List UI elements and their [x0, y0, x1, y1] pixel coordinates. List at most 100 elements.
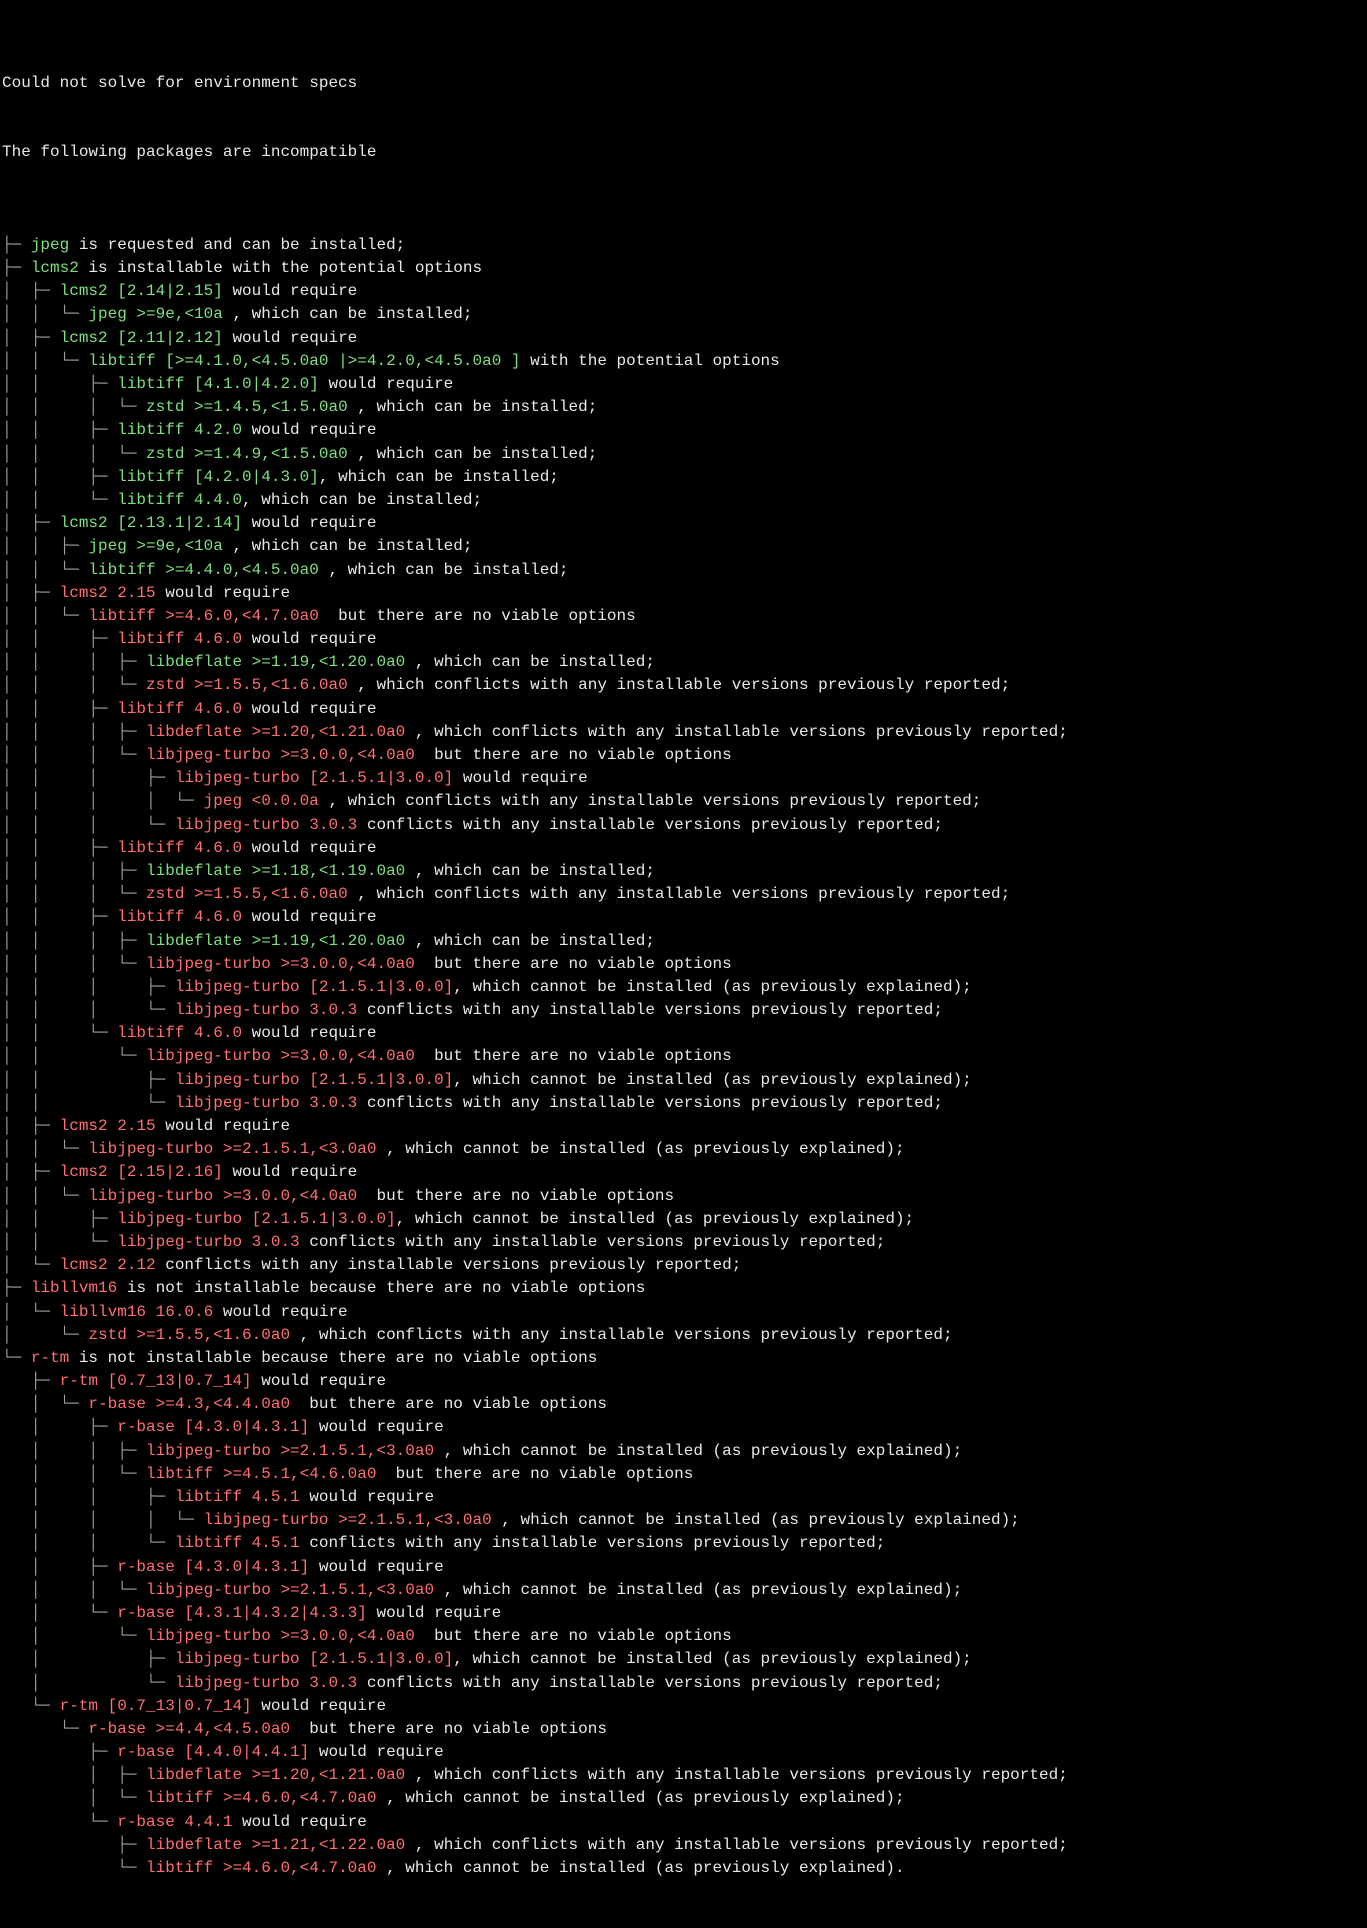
- tree-branch-icon: └─: [2, 1813, 117, 1831]
- tree-row: │ │ │ └─ zstd >=1.4.5,<1.5.0a0 , which c…: [2, 396, 1365, 419]
- tree-row: │ │ └─ libjpeg-turbo >=3.0.0,<4.0a0 but …: [2, 1185, 1365, 1208]
- package-spec: libdeflate >=1.19,<1.20.0a0: [146, 653, 405, 671]
- package-spec: r-tm: [31, 1349, 69, 1367]
- resolution-text: , which cannot be installed (as previous…: [434, 1581, 962, 1599]
- tree-row: └─ r-base >=4.4,<4.5.0a0 but there are n…: [2, 1718, 1365, 1741]
- resolution-text: would require: [223, 329, 357, 347]
- resolution-text: but there are no viable options: [376, 1465, 693, 1483]
- tree-row: │ │ ├─ libtiff 4.5.1 would require: [2, 1486, 1365, 1509]
- package-spec: libjpeg-turbo >=2.1.5.1,<3.0a0: [204, 1511, 492, 1529]
- resolution-text: , which cannot be installed (as previous…: [453, 978, 971, 996]
- package-spec: r-base >=4.4,<4.5.0a0: [88, 1720, 290, 1738]
- resolution-text: , which can be installed;: [405, 653, 655, 671]
- tree-branch-icon: │ │ │ │ └─: [2, 792, 204, 810]
- tree-row: │ │ │ └─ libjpeg-turbo >=3.0.0,<4.0a0 bu…: [2, 744, 1365, 767]
- tree-branch-icon: ├─: [2, 236, 31, 254]
- resolution-text: but there are no viable options: [415, 1047, 732, 1065]
- tree-row: │ │ ├─ libtiff 4.6.0 would require: [2, 628, 1365, 651]
- package-spec: libtiff 4.6.0: [117, 630, 242, 648]
- resolution-text: would require: [453, 769, 587, 787]
- resolution-text: would require: [213, 1303, 347, 1321]
- tree-branch-icon: │ │ └─: [2, 1024, 117, 1042]
- tree-branch-icon: │ ├─: [2, 282, 60, 300]
- tree-row: │ ├─ lcms2 [2.14|2.15] would require: [2, 280, 1365, 303]
- tree-branch-icon: │ │ └─: [2, 1581, 146, 1599]
- tree-branch-icon: │ │ └─: [2, 1187, 88, 1205]
- resolution-text: would require: [252, 1372, 386, 1390]
- package-spec: lcms2 [2.14|2.15]: [60, 282, 223, 300]
- package-spec: libtiff [4.1.0|4.2.0]: [117, 375, 319, 393]
- resolution-text: is installable with the potential option…: [79, 259, 482, 277]
- tree-branch-icon: │ │ ├─: [2, 630, 117, 648]
- tree-branch-icon: │ │ │ ├─: [2, 862, 146, 880]
- resolution-text: conflicts with any installable versions …: [156, 1256, 742, 1274]
- resolution-text: , which conflicts with any installable v…: [405, 1836, 1068, 1854]
- tree-branch-icon: │ │ └─: [2, 1047, 146, 1065]
- tree-row: │ │ ├─ libjpeg-turbo [2.1.5.1|3.0.0], wh…: [2, 1069, 1365, 1092]
- tree-row: │ │ ├─ libtiff 4.6.0 would require: [2, 698, 1365, 721]
- package-spec: libtiff [4.2.0|4.3.0]: [117, 468, 319, 486]
- error-header-2: The following packages are incompatible: [2, 141, 1365, 164]
- tree-branch-icon: │ │ └─: [2, 1140, 88, 1158]
- package-spec: r-base [4.3.0|4.3.1]: [117, 1558, 309, 1576]
- tree-row: │ │ ├─ libtiff 4.2.0 would require: [2, 419, 1365, 442]
- resolution-text: , which cannot be installed (as previous…: [376, 1859, 904, 1877]
- package-spec: zstd >=1.4.5,<1.5.0a0: [146, 398, 348, 416]
- resolution-text: , which can be installed;: [348, 398, 598, 416]
- tree-branch-icon: │ │ ├─: [2, 700, 117, 718]
- resolution-text: but there are no viable options: [415, 1627, 732, 1645]
- tree-row: │ │ ├─ libjpeg-turbo >=2.1.5.1,<3.0a0 , …: [2, 1440, 1365, 1463]
- tree-row: │ │ │ ├─ libjpeg-turbo [2.1.5.1|3.0.0] w…: [2, 767, 1365, 790]
- tree-row: │ │ └─ libjpeg-turbo >=2.1.5.1,<3.0a0 , …: [2, 1579, 1365, 1602]
- package-spec: r-base [4.4.0|4.4.1]: [117, 1743, 309, 1761]
- tree-branch-icon: ├─: [2, 1372, 60, 1390]
- tree-row: ├─ jpeg is requested and can be installe…: [2, 234, 1365, 257]
- tree-branch-icon: │ │ └─: [2, 1534, 175, 1552]
- package-spec: lcms2 2.12: [60, 1256, 156, 1274]
- tree-branch-icon: │ │ │ ├─: [2, 932, 146, 950]
- tree-row: │ │ ├─ libtiff [4.1.0|4.2.0] would requi…: [2, 373, 1365, 396]
- tree-row: │ ├─ lcms2 [2.15|2.16] would require: [2, 1161, 1365, 1184]
- package-spec: jpeg >=9e,<10a: [88, 537, 222, 555]
- tree-branch-icon: │ │ ├─: [2, 839, 117, 857]
- resolution-text: , which can be installed;: [348, 445, 598, 463]
- tree-branch-icon: │ └─: [2, 1326, 88, 1344]
- resolution-text: would require: [309, 1743, 443, 1761]
- tree-row: │ │ └─ libjpeg-turbo >=3.0.0,<4.0a0 but …: [2, 1045, 1365, 1068]
- package-spec: r-tm [0.7_13|0.7_14]: [60, 1697, 252, 1715]
- tree-branch-icon: │ │ └─: [2, 1465, 146, 1483]
- tree-branch-icon: │ └─: [2, 1789, 146, 1807]
- tree-branch-icon: │ │ └─: [2, 305, 88, 323]
- tree-row: │ ├─ r-base [4.3.0|4.3.1] would require: [2, 1556, 1365, 1579]
- tree-branch-icon: ├─: [2, 1743, 117, 1761]
- package-spec: jpeg: [31, 236, 69, 254]
- resolution-text: but there are no viable options: [290, 1720, 607, 1738]
- resolution-text: conflicts with any installable versions …: [357, 1674, 943, 1692]
- resolution-text: , which can be installed;: [319, 468, 559, 486]
- package-spec: zstd >=1.4.9,<1.5.0a0: [146, 445, 348, 463]
- tree-row: │ ├─ lcms2 [2.13.1|2.14] would require: [2, 512, 1365, 535]
- resolution-text: but there are no viable options: [357, 1187, 674, 1205]
- resolution-text: would require: [223, 282, 357, 300]
- package-spec: libjpeg-turbo [2.1.5.1|3.0.0]: [175, 769, 453, 787]
- package-spec: libtiff 4.6.0: [117, 1024, 242, 1042]
- package-spec: libjpeg-turbo >=3.0.0,<4.0a0: [146, 955, 415, 973]
- resolution-text: would require: [319, 375, 453, 393]
- resolution-text: , which can be installed;: [223, 537, 473, 555]
- package-spec: libtiff >=4.6.0,<4.7.0a0: [88, 607, 318, 625]
- tree-row: │ │ └─ libtiff 4.5.1 conflicts with any …: [2, 1532, 1365, 1555]
- tree-row: │ │ └─ libtiff >=4.5.1,<4.6.0a0 but ther…: [2, 1463, 1365, 1486]
- package-spec: lcms2 2.15: [60, 584, 156, 602]
- tree-branch-icon: │ │ └─: [2, 607, 88, 625]
- tree-row: │ └─ zstd >=1.5.5,<1.6.0a0 , which confl…: [2, 1324, 1365, 1347]
- resolution-text: but there are no viable options: [415, 955, 732, 973]
- package-spec: libjpeg-turbo 3.0.3: [175, 1094, 357, 1112]
- tree-branch-icon: │ │ └─: [2, 561, 88, 579]
- package-spec: zstd >=1.5.5,<1.6.0a0: [88, 1326, 290, 1344]
- tree-row: │ │ └─ jpeg >=9e,<10a , which can be ins…: [2, 303, 1365, 326]
- resolution-text: would require: [242, 908, 376, 926]
- tree-branch-icon: │ │ │ └─: [2, 816, 175, 834]
- resolution-text: would require: [156, 1117, 290, 1135]
- tree-branch-icon: │ └─: [2, 1674, 175, 1692]
- resolution-text: , which cannot be installed (as previous…: [376, 1140, 904, 1158]
